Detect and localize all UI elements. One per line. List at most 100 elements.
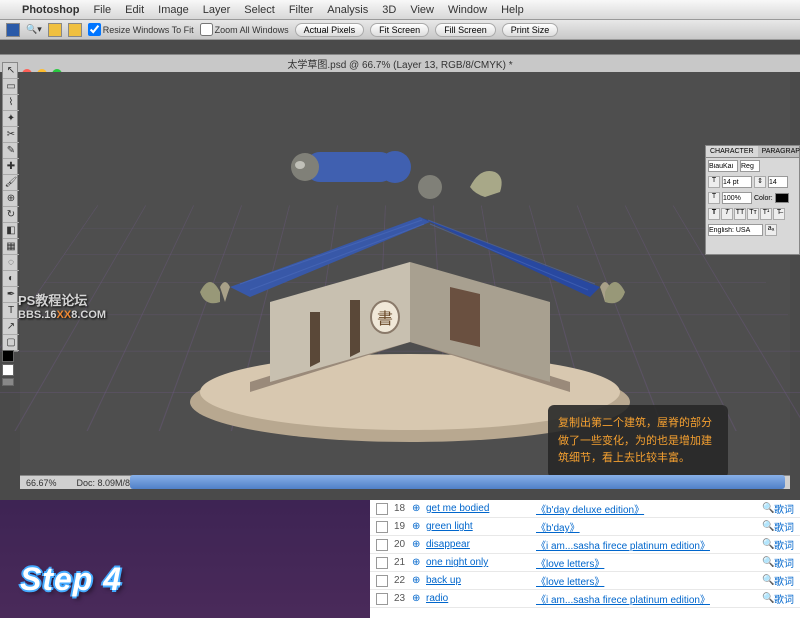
gradient-tool-icon[interactable]: ▦: [3, 239, 19, 255]
aa-icon[interactable]: aₐ: [765, 224, 777, 236]
app-name[interactable]: Photoshop: [22, 4, 79, 16]
fill-screen-button[interactable]: Fill Screen: [435, 23, 496, 37]
blur-tool-icon[interactable]: ◌: [3, 255, 19, 271]
menu-layer[interactable]: Layer: [203, 4, 231, 16]
song-link[interactable]: back up: [426, 575, 536, 586]
search-icon[interactable]: 🔍: [762, 539, 774, 550]
menu-view[interactable]: View: [410, 4, 434, 16]
color-swatch[interactable]: [775, 193, 789, 203]
zoom-all-checkbox[interactable]: Zoom All Windows: [200, 23, 289, 36]
play-icon[interactable]: ⊕: [412, 503, 426, 514]
row-checkbox[interactable]: [376, 557, 388, 569]
song-link[interactable]: radio: [426, 593, 536, 604]
super-icon[interactable]: T¹: [760, 208, 772, 220]
search-icon[interactable]: 🔍: [762, 593, 774, 604]
italic-icon[interactable]: T: [721, 208, 733, 220]
row-checkbox[interactable]: [376, 539, 388, 551]
menu-select[interactable]: Select: [244, 4, 275, 16]
table-row: 20⊕disappear《i am...sasha firece platinu…: [370, 536, 800, 554]
album-link[interactable]: 《love letters》: [536, 573, 762, 588]
healing-tool-icon[interactable]: ✚: [3, 159, 19, 175]
menu-edit[interactable]: Edit: [125, 4, 144, 16]
stamp-tool-icon[interactable]: ⊕: [3, 191, 19, 207]
font-size[interactable]: [722, 176, 752, 188]
type-tool-icon[interactable]: T: [3, 303, 19, 319]
menu-3d[interactable]: 3D: [382, 4, 396, 16]
actual-pixels-button[interactable]: Actual Pixels: [295, 23, 365, 37]
row-checkbox[interactable]: [376, 521, 388, 533]
font-select[interactable]: [708, 160, 738, 172]
eyedropper-tool-icon[interactable]: ✎: [3, 143, 19, 159]
history-brush-icon[interactable]: ↻: [3, 207, 19, 223]
album-link[interactable]: 《love letters》: [536, 555, 762, 570]
album-link[interactable]: 《i am...sasha firece platinum edition》: [536, 591, 762, 606]
search-icon[interactable]: 🔍: [762, 521, 774, 532]
album-link[interactable]: 《i am...sasha firece platinum edition》: [536, 537, 762, 552]
brush-tool-icon[interactable]: 🖌: [3, 175, 19, 191]
marquee-tool-icon[interactable]: ▭: [3, 79, 19, 95]
eraser-tool-icon[interactable]: ◧: [3, 223, 19, 239]
row-checkbox[interactable]: [376, 593, 388, 605]
zoom-in-icon[interactable]: [48, 23, 62, 37]
zoom-level[interactable]: 66.67%: [26, 478, 57, 488]
lyrics-link[interactable]: 歌词: [774, 537, 794, 552]
character-tab[interactable]: CHARACTER: [706, 146, 758, 157]
play-icon[interactable]: ⊕: [412, 539, 426, 550]
crop-tool-icon[interactable]: ✂: [3, 127, 19, 143]
smallcaps-icon[interactable]: Tᴛ: [747, 208, 759, 220]
shape-tool-icon[interactable]: ▢: [3, 335, 19, 351]
fit-screen-button[interactable]: Fit Screen: [370, 23, 429, 37]
wand-tool-icon[interactable]: ✦: [3, 111, 19, 127]
album-link[interactable]: 《b'day》: [536, 519, 762, 534]
play-icon[interactable]: ⊕: [412, 521, 426, 532]
font-style[interactable]: [740, 160, 760, 172]
annotation-box: 复制出第二个建筑，屋脊的部分做了一些变化，为的也是增加建筑细节，看上去比较丰富。: [548, 405, 728, 478]
search-icon[interactable]: 🔍: [762, 575, 774, 586]
lyrics-link[interactable]: 歌词: [774, 591, 794, 606]
horizontal-scrollbar[interactable]: [130, 475, 785, 489]
play-icon[interactable]: ⊕: [412, 557, 426, 568]
song-link[interactable]: disappear: [426, 539, 536, 550]
language-select[interactable]: [708, 224, 763, 236]
song-link[interactable]: one night only: [426, 557, 536, 568]
bold-icon[interactable]: T: [708, 208, 720, 220]
dodge-tool-icon[interactable]: ◐: [3, 271, 19, 287]
tracking-input[interactable]: [722, 192, 752, 204]
zoom-tool-icon[interactable]: 🔍▾: [26, 24, 42, 35]
leading-input[interactable]: [768, 176, 788, 188]
album-link[interactable]: 《b'day deluxe edition》: [536, 501, 762, 516]
row-checkbox[interactable]: [376, 575, 388, 587]
color-swatches[interactable]: [2, 350, 18, 388]
song-link[interactable]: get me bodied: [426, 503, 536, 514]
menu-file[interactable]: File: [93, 4, 111, 16]
search-icon[interactable]: 🔍: [762, 503, 774, 514]
song-link[interactable]: green light: [426, 521, 536, 532]
bg-color[interactable]: [2, 364, 14, 376]
lasso-tool-icon[interactable]: ⌇: [3, 95, 19, 111]
caps-icon[interactable]: TT: [734, 208, 746, 220]
search-icon[interactable]: 🔍: [762, 557, 774, 568]
quickmask-icon[interactable]: [2, 378, 14, 386]
lyrics-link[interactable]: 歌词: [774, 555, 794, 570]
paragraph-tab[interactable]: PARAGRAPH: [758, 146, 800, 157]
lyrics-link[interactable]: 歌词: [774, 519, 794, 534]
pen-tool-icon[interactable]: ✒: [3, 287, 19, 303]
document-tab[interactable]: 太学草图.psd @ 66.7% (Layer 13, RGB/8/CMYK) …: [0, 54, 800, 72]
menu-image[interactable]: Image: [158, 4, 189, 16]
menu-help[interactable]: Help: [501, 4, 524, 16]
move-tool-icon[interactable]: ↖: [3, 63, 19, 79]
menu-window[interactable]: Window: [448, 4, 487, 16]
row-checkbox[interactable]: [376, 503, 388, 515]
resize-windows-checkbox[interactable]: Resize Windows To Fit: [88, 23, 194, 36]
strike-icon[interactable]: T̶: [773, 208, 785, 220]
menu-analysis[interactable]: Analysis: [327, 4, 368, 16]
zoom-out-icon[interactable]: [68, 23, 82, 37]
print-size-button[interactable]: Print Size: [502, 23, 559, 37]
menu-filter[interactable]: Filter: [289, 4, 313, 16]
play-icon[interactable]: ⊕: [412, 593, 426, 604]
lyrics-link[interactable]: 歌词: [774, 573, 794, 588]
play-icon[interactable]: ⊕: [412, 575, 426, 586]
lyrics-link[interactable]: 歌词: [774, 501, 794, 516]
fg-color[interactable]: [2, 350, 14, 362]
path-tool-icon[interactable]: ↗: [3, 319, 19, 335]
